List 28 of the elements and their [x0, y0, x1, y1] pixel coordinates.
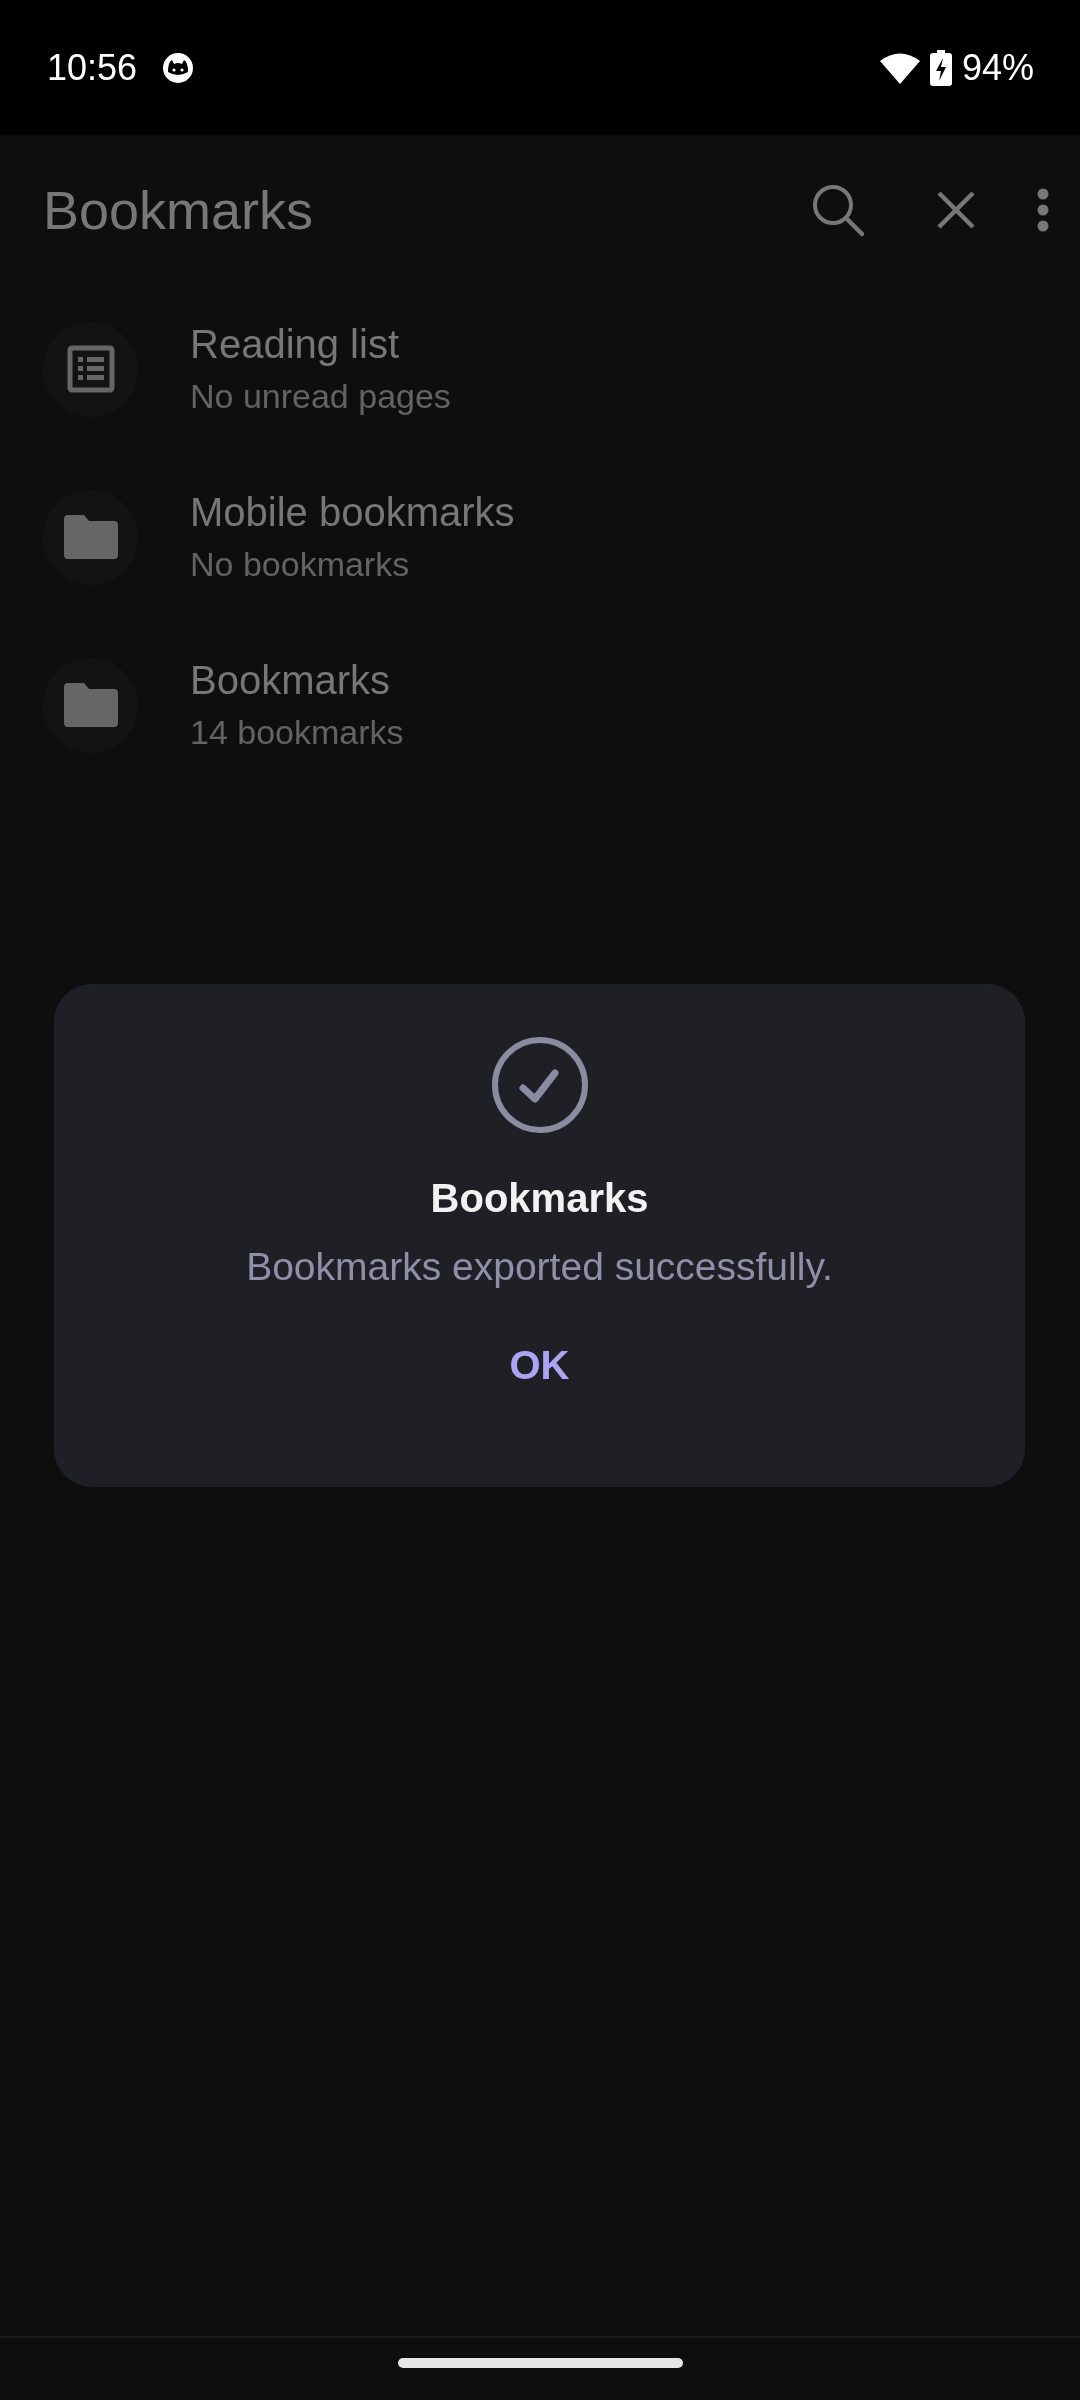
wifi-icon: [879, 51, 920, 84]
bookmark-folder-row[interactable]: Bookmarks 14 bookmarks: [0, 621, 1080, 789]
cat-face-icon: [161, 50, 196, 85]
folder-subtitle: No unread pages: [190, 377, 451, 416]
folder-subtitle: 14 bookmarks: [190, 713, 404, 752]
close-icon: [936, 190, 976, 230]
app-bar-title: Bookmarks: [43, 179, 315, 241]
dialog-title: Bookmarks: [430, 1176, 649, 1221]
search-button[interactable]: [810, 182, 866, 238]
folder-title: Bookmarks: [190, 658, 392, 703]
check-circle-icon: [490, 1036, 589, 1134]
folder-subtitle: No bookmarks: [190, 545, 411, 584]
search-icon: [810, 182, 866, 238]
folder-icon: [63, 515, 118, 559]
folder-icon: [63, 683, 118, 727]
battery-charging-icon: [929, 49, 952, 86]
clock: 10:56: [47, 46, 138, 89]
more-options-button[interactable]: [1036, 188, 1050, 232]
bookmark-folder-row[interactable]: Reading list No unread pages: [0, 285, 1080, 453]
battery-percentage: 94%: [961, 46, 1034, 89]
folder-title: Reading list: [190, 322, 400, 367]
close-button[interactable]: [936, 190, 976, 230]
list-icon: [66, 345, 115, 393]
folder-title: Mobile bookmarks: [190, 490, 515, 535]
bookmark-folder-row[interactable]: Mobile bookmarks No bookmarks: [0, 453, 1080, 621]
ok-button[interactable]: OK: [479, 1333, 600, 1398]
dialog-message: Bookmarks exported successfully.: [246, 1245, 833, 1289]
more-options-icon: [1036, 188, 1050, 232]
